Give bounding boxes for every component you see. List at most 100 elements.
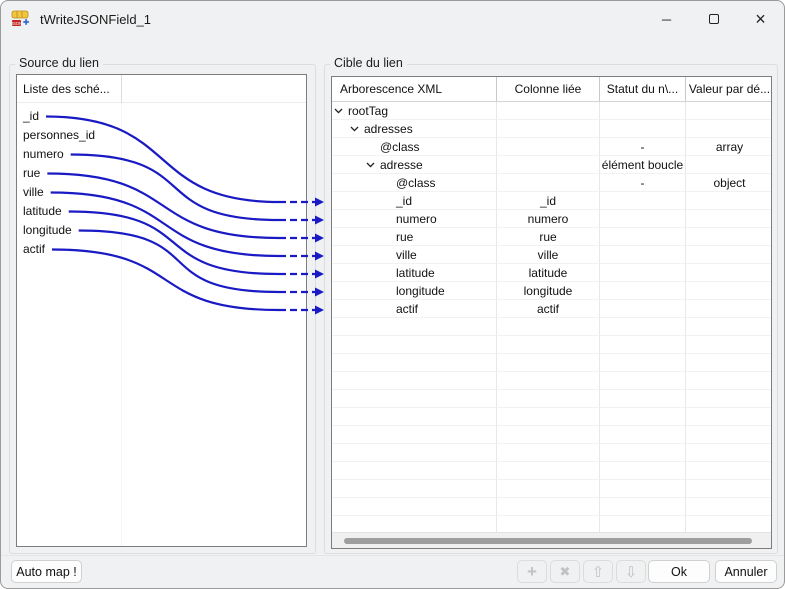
- table-row[interactable]: [332, 372, 771, 390]
- minimize-button[interactable]: ─: [643, 1, 690, 37]
- xml-tree-table[interactable]: Arborescence XML Colonne liée Statut du …: [331, 76, 772, 549]
- linked-column-cell: [497, 426, 600, 444]
- default-value-cell: object: [686, 174, 771, 192]
- table-row[interactable]: @class - object: [332, 174, 771, 192]
- table-row[interactable]: ville ville: [332, 246, 771, 264]
- table-row[interactable]: [332, 426, 771, 444]
- target-group-title: Cible du lien: [330, 56, 407, 70]
- linked-column-cell: numero: [497, 210, 600, 228]
- default-value-cell: [686, 480, 771, 498]
- default-value-cell: [686, 318, 771, 336]
- column-header-statut[interactable]: Statut du n\...: [600, 77, 686, 101]
- table-row[interactable]: [332, 336, 771, 354]
- table-row[interactable]: @class - array: [332, 138, 771, 156]
- linked-column-cell: ville: [497, 246, 600, 264]
- arrow-down-icon: ⇩: [624, 563, 638, 581]
- linked-column-cell: [497, 102, 600, 120]
- source-field-list: _id personnes_idnumero rue ville latitude lon…: [17, 106, 306, 258]
- column-header-valeur[interactable]: Valeur par dé...: [686, 77, 771, 101]
- source-group: Source du lien Liste des sché... _id pers…: [9, 56, 316, 554]
- horizontal-scrollbar[interactable]: [332, 532, 771, 548]
- chevron-down-icon[interactable]: [334, 108, 343, 114]
- delete-button[interactable]: ✖: [550, 560, 580, 583]
- close-button[interactable]: ×: [737, 1, 784, 37]
- linked-column-cell: [497, 462, 600, 480]
- table-row[interactable]: [332, 318, 771, 336]
- table-row[interactable]: rootTag: [332, 102, 771, 120]
- list-item[interactable]: personnes_id: [17, 125, 306, 144]
- table-row[interactable]: rue rue: [332, 228, 771, 246]
- table-row[interactable]: actif actif: [332, 300, 771, 318]
- maximize-button[interactable]: [690, 1, 737, 37]
- tree-node-cell: actif: [332, 300, 497, 318]
- chevron-down-icon[interactable]: [366, 162, 375, 168]
- table-row[interactable]: adresses: [332, 120, 771, 138]
- tree-node-cell: rue: [332, 228, 497, 246]
- chevron-down-icon[interactable]: [350, 126, 359, 132]
- tree-node-label: adresse: [380, 157, 423, 172]
- status-cell: [600, 462, 686, 480]
- table-row[interactable]: numero numero: [332, 210, 771, 228]
- tree-node-label: adresses: [364, 121, 413, 136]
- default-value-cell: [686, 264, 771, 282]
- table-row[interactable]: [332, 444, 771, 462]
- table-row[interactable]: longitude longitude: [332, 282, 771, 300]
- add-button[interactable]: +: [517, 560, 547, 583]
- status-cell: [600, 192, 686, 210]
- list-item[interactable]: actif: [17, 239, 306, 258]
- tree-node-label: ville: [396, 247, 417, 262]
- table-row[interactable]: [332, 354, 771, 372]
- list-item[interactable]: rue: [17, 163, 306, 182]
- ok-button[interactable]: Ok: [648, 560, 710, 583]
- list-item[interactable]: _id: [17, 106, 306, 125]
- default-value-cell: [686, 426, 771, 444]
- table-row[interactable]: [332, 408, 771, 426]
- tree-node-cell: [332, 372, 497, 390]
- tree-node-cell: [332, 444, 497, 462]
- table-row[interactable]: [332, 390, 771, 408]
- linked-column-cell: [497, 138, 600, 156]
- table-row[interactable]: latitude latitude: [332, 264, 771, 282]
- default-value-cell: [686, 282, 771, 300]
- status-cell: [600, 354, 686, 372]
- window-controls: ─ ×: [643, 1, 784, 37]
- list-item[interactable]: ville: [17, 182, 306, 201]
- cancel-button[interactable]: Annuler: [715, 560, 777, 583]
- list-item[interactable]: longitude: [17, 220, 306, 239]
- tree-node-cell: @class: [332, 174, 497, 192]
- status-cell: -: [600, 138, 686, 156]
- tree-node-cell: [332, 318, 497, 336]
- arrowhead-icon: [315, 215, 324, 225]
- tree-node-cell: [332, 354, 497, 372]
- column-header-arborescence[interactable]: Arborescence XML: [332, 77, 497, 101]
- status-cell: [600, 390, 686, 408]
- scrollbar-thumb[interactable]: [344, 538, 752, 544]
- move-down-button[interactable]: ⇩: [616, 560, 646, 583]
- list-item[interactable]: numero: [17, 144, 306, 163]
- tree-node-cell: [332, 336, 497, 354]
- default-value-cell: [686, 462, 771, 480]
- field-label: personnes_id: [23, 127, 96, 142]
- arrowhead-icon: [315, 251, 324, 261]
- source-schema-list[interactable]: Liste des sché... _id personnes_idnumero r…: [16, 74, 307, 547]
- status-cell: -: [600, 174, 686, 192]
- table-row[interactable]: [332, 462, 771, 480]
- target-group: Cible du lien Arborescence XML Colonne l…: [324, 56, 778, 554]
- column-header-colonne-liee[interactable]: Colonne liée: [497, 77, 600, 101]
- table-row[interactable]: [332, 480, 771, 498]
- move-up-button[interactable]: ⇧: [583, 560, 613, 583]
- linked-column-cell: longitude: [497, 282, 600, 300]
- linked-column-cell: rue: [497, 228, 600, 246]
- table-row[interactable]: _id _id: [332, 192, 771, 210]
- status-cell: [600, 210, 686, 228]
- table-row[interactable]: [332, 498, 771, 516]
- status-cell: élément boucle: [600, 156, 686, 174]
- default-value-cell: [686, 246, 771, 264]
- table-row[interactable]: adresse élément boucle: [332, 156, 771, 174]
- field-label: latitude: [23, 203, 62, 218]
- linked-column-cell: [497, 120, 600, 138]
- auto-map-button[interactable]: Auto map !: [11, 560, 82, 583]
- tree-node-label: latitude: [396, 265, 435, 280]
- schema-column-header: Liste des sché...: [23, 82, 110, 96]
- list-item[interactable]: latitude: [17, 201, 306, 220]
